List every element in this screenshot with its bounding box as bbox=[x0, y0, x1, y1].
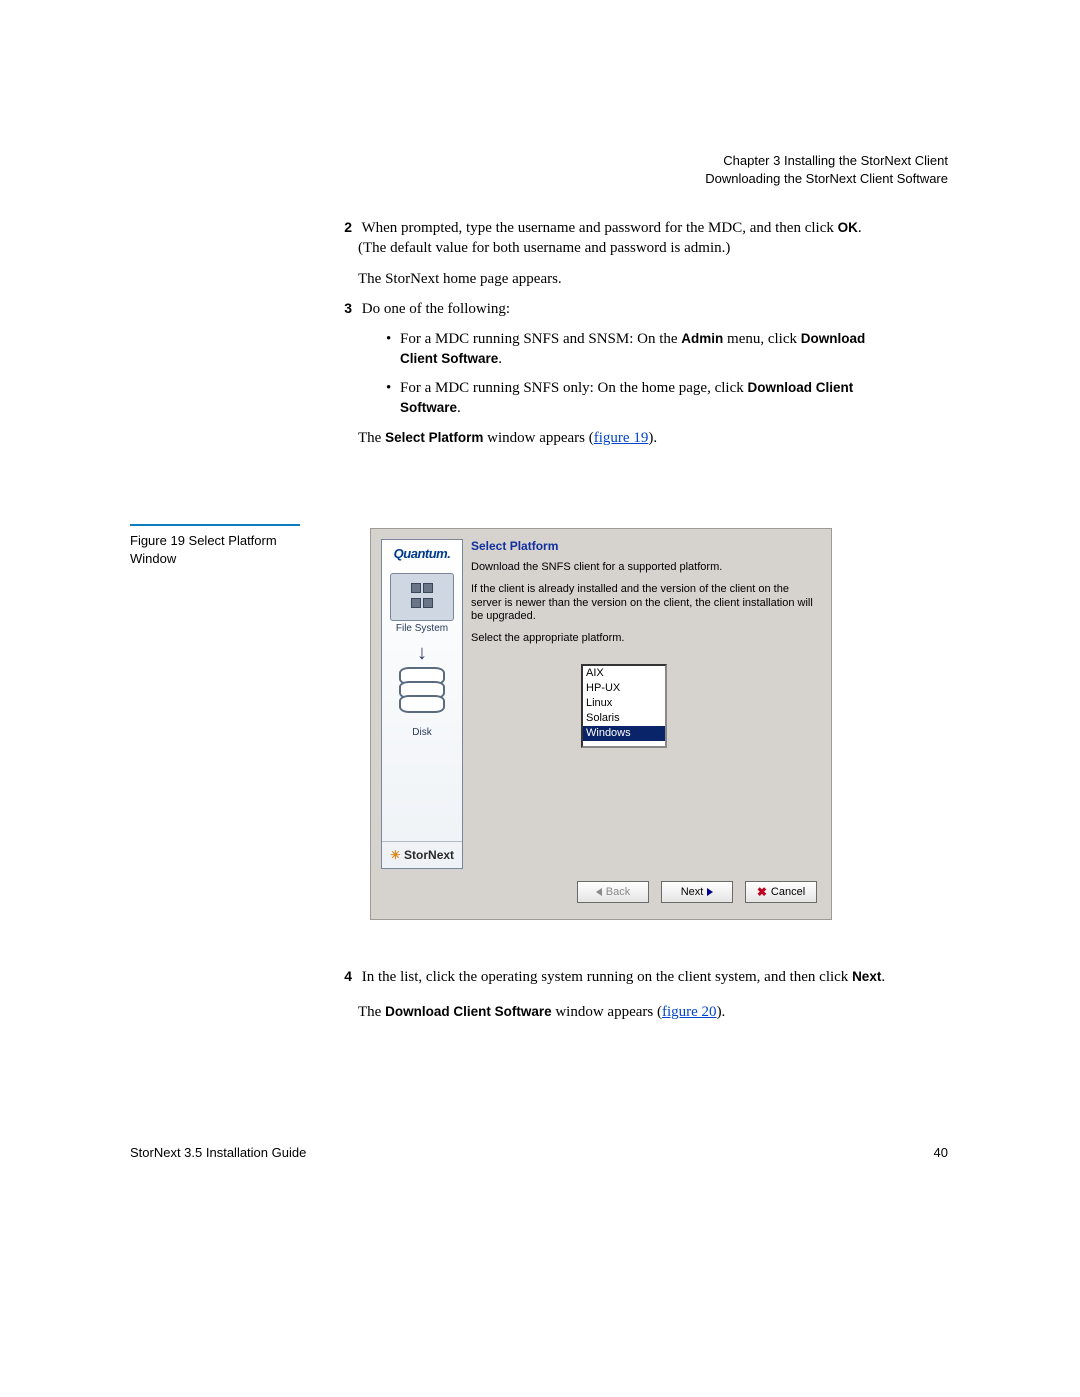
body-column: 2 When prompted, type the username and p… bbox=[358, 218, 888, 458]
step-2-text: When prompted, type the username and pas… bbox=[358, 220, 862, 256]
page-number: 40 bbox=[934, 1145, 948, 1160]
file-system-tile bbox=[390, 573, 454, 621]
step-4-result: The Download Client Software window appe… bbox=[358, 1002, 888, 1022]
bullet-snfs-snsm: For a MDC running SNFS and SNSM: On the … bbox=[386, 329, 888, 370]
bullet-snfs-only: For a MDC running SNFS only: On the home… bbox=[386, 378, 888, 419]
page-footer: StorNext 3.5 Installation Guide 40 bbox=[130, 1145, 948, 1160]
disk-label: Disk bbox=[382, 727, 462, 738]
back-button: Back bbox=[577, 881, 649, 903]
select-platform-dialog: Quantum. File System ↓ Disk StorNext Sel… bbox=[370, 528, 832, 920]
quantum-logo: Quantum. bbox=[382, 540, 462, 569]
step-3-bullets: For a MDC running SNFS and SNSM: On the … bbox=[358, 329, 888, 418]
dialog-p2: If the client is already installed and t… bbox=[471, 583, 821, 624]
dialog-main: Select Platform Download the SNFS client… bbox=[471, 539, 821, 654]
close-icon: ✖ bbox=[757, 885, 767, 899]
opt-solaris[interactable]: Solaris bbox=[583, 711, 665, 726]
opt-linux[interactable]: Linux bbox=[583, 696, 665, 711]
step-2-result: The StorNext home page appears. bbox=[358, 269, 888, 289]
dialog-title: Select Platform bbox=[471, 539, 821, 553]
step-4-text: In the list, click the operating system … bbox=[362, 969, 885, 985]
stornext-logo: StorNext bbox=[382, 841, 462, 862]
figure-caption: Figure 19 Select Platform Window bbox=[130, 524, 300, 567]
figure-19-link[interactable]: figure 19 bbox=[594, 430, 649, 446]
triangle-right-icon bbox=[707, 888, 713, 896]
ok-label: OK bbox=[838, 220, 858, 235]
step-3-number: 3 bbox=[334, 299, 358, 318]
dialog-button-row: Back Next ✖ Cancel bbox=[577, 881, 817, 903]
step-2-number: 2 bbox=[334, 218, 358, 237]
disk-icon bbox=[397, 671, 447, 727]
opt-windows[interactable]: Windows bbox=[583, 726, 665, 741]
opt-hpux[interactable]: HP-UX bbox=[583, 681, 665, 696]
step-4-number: 4 bbox=[334, 967, 358, 986]
down-arrow-icon: ↓ bbox=[382, 638, 462, 669]
cancel-button[interactable]: ✖ Cancel bbox=[745, 881, 817, 903]
page-header: Chapter 3 Installing the StorNext Client… bbox=[705, 152, 948, 187]
dialog-sidebar: Quantum. File System ↓ Disk StorNext bbox=[381, 539, 463, 869]
footer-title: StorNext 3.5 Installation Guide bbox=[130, 1145, 306, 1160]
platform-listbox[interactable]: AIX HP-UX Linux Solaris Windows bbox=[581, 664, 667, 748]
body-column-lower: 4 In the list, click the operating syste… bbox=[358, 952, 888, 1038]
next-button[interactable]: Next bbox=[661, 881, 733, 903]
chapter-line: Chapter 3 Installing the StorNext Client bbox=[705, 152, 948, 170]
triangle-left-icon bbox=[596, 888, 602, 896]
dialog-p1: Download the SNFS client for a supported… bbox=[471, 561, 821, 575]
step-3-text: Do one of the following: bbox=[362, 301, 510, 317]
figure-20-link[interactable]: figure 20 bbox=[662, 1004, 717, 1020]
section-line: Downloading the StorNext Client Software bbox=[705, 170, 948, 188]
step-3-result: The Select Platform window appears (figu… bbox=[358, 428, 888, 448]
opt-aix[interactable]: AIX bbox=[583, 666, 665, 681]
dialog-p3: Select the appropriate platform. bbox=[471, 632, 821, 646]
file-system-label: File System bbox=[382, 623, 462, 634]
